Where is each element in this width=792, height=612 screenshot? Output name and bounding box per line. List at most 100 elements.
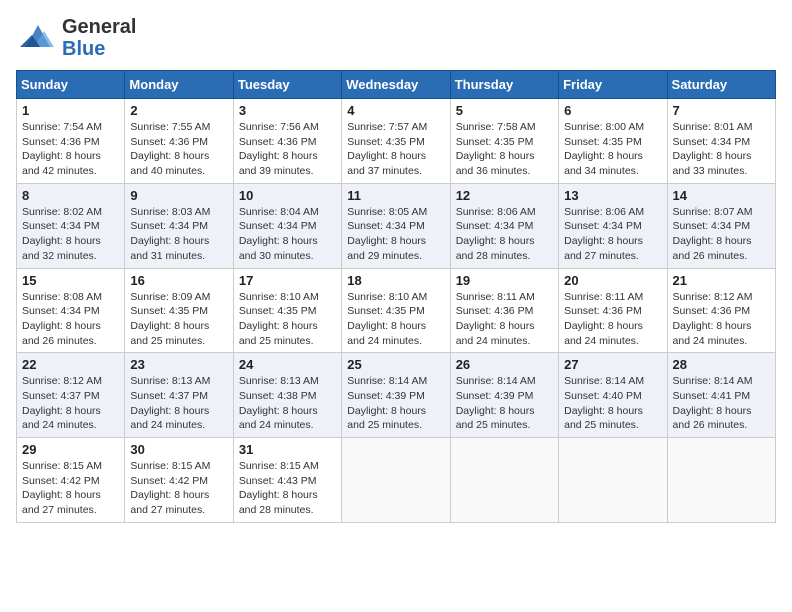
day-info: Sunrise: 8:03 AM Sunset: 4:34 PM Dayligh…: [130, 205, 227, 264]
day-info: Sunrise: 8:12 AM Sunset: 4:36 PM Dayligh…: [673, 290, 770, 349]
calendar-cell: 2 Sunrise: 7:55 AM Sunset: 4:36 PM Dayli…: [125, 99, 233, 184]
calendar-cell: [667, 438, 775, 523]
day-info: Sunrise: 7:57 AM Sunset: 4:35 PM Dayligh…: [347, 120, 444, 179]
day-info: Sunrise: 8:10 AM Sunset: 4:35 PM Dayligh…: [239, 290, 336, 349]
day-info: Sunrise: 8:14 AM Sunset: 4:40 PM Dayligh…: [564, 374, 661, 433]
calendar-cell: 22 Sunrise: 8:12 AM Sunset: 4:37 PM Dayl…: [17, 353, 125, 438]
col-header-tuesday: Tuesday: [233, 71, 341, 99]
logo-text: General Blue: [62, 16, 136, 60]
day-info: Sunrise: 8:10 AM Sunset: 4:35 PM Dayligh…: [347, 290, 444, 349]
day-number: 30: [130, 442, 227, 457]
calendar-cell: 5 Sunrise: 7:58 AM Sunset: 4:35 PM Dayli…: [450, 99, 558, 184]
logo-general: General: [62, 16, 136, 38]
day-info: Sunrise: 8:13 AM Sunset: 4:38 PM Dayligh…: [239, 374, 336, 433]
day-info: Sunrise: 8:08 AM Sunset: 4:34 PM Dayligh…: [22, 290, 119, 349]
day-info: Sunrise: 8:11 AM Sunset: 4:36 PM Dayligh…: [456, 290, 553, 349]
logo-blue: Blue: [62, 38, 105, 60]
day-info: Sunrise: 8:11 AM Sunset: 4:36 PM Dayligh…: [564, 290, 661, 349]
day-number: 27: [564, 357, 661, 372]
calendar-cell: 26 Sunrise: 8:14 AM Sunset: 4:39 PM Dayl…: [450, 353, 558, 438]
day-info: Sunrise: 8:15 AM Sunset: 4:42 PM Dayligh…: [130, 459, 227, 518]
calendar-cell: 31 Sunrise: 8:15 AM Sunset: 4:43 PM Dayl…: [233, 438, 341, 523]
calendar-cell: 17 Sunrise: 8:10 AM Sunset: 4:35 PM Dayl…: [233, 268, 341, 353]
day-info: Sunrise: 8:05 AM Sunset: 4:34 PM Dayligh…: [347, 205, 444, 264]
day-number: 6: [564, 103, 661, 118]
day-number: 13: [564, 188, 661, 203]
day-info: Sunrise: 8:14 AM Sunset: 4:39 PM Dayligh…: [456, 374, 553, 433]
day-number: 28: [673, 357, 770, 372]
calendar-cell: 11 Sunrise: 8:05 AM Sunset: 4:34 PM Dayl…: [342, 183, 450, 268]
day-info: Sunrise: 8:00 AM Sunset: 4:35 PM Dayligh…: [564, 120, 661, 179]
calendar-cell: 29 Sunrise: 8:15 AM Sunset: 4:42 PM Dayl…: [17, 438, 125, 523]
day-number: 18: [347, 273, 444, 288]
calendar-cell: 14 Sunrise: 8:07 AM Sunset: 4:34 PM Dayl…: [667, 183, 775, 268]
day-number: 17: [239, 273, 336, 288]
calendar-cell: 10 Sunrise: 8:04 AM Sunset: 4:34 PM Dayl…: [233, 183, 341, 268]
calendar-cell: 28 Sunrise: 8:14 AM Sunset: 4:41 PM Dayl…: [667, 353, 775, 438]
calendar-cell: 12 Sunrise: 8:06 AM Sunset: 4:34 PM Dayl…: [450, 183, 558, 268]
calendar-cell: 20 Sunrise: 8:11 AM Sunset: 4:36 PM Dayl…: [559, 268, 667, 353]
day-number: 5: [456, 103, 553, 118]
day-info: Sunrise: 8:02 AM Sunset: 4:34 PM Dayligh…: [22, 205, 119, 264]
col-header-friday: Friday: [559, 71, 667, 99]
calendar-week-1: 1 Sunrise: 7:54 AM Sunset: 4:36 PM Dayli…: [17, 99, 776, 184]
day-info: Sunrise: 8:12 AM Sunset: 4:37 PM Dayligh…: [22, 374, 119, 433]
calendar-cell: 18 Sunrise: 8:10 AM Sunset: 4:35 PM Dayl…: [342, 268, 450, 353]
day-number: 1: [22, 103, 119, 118]
day-info: Sunrise: 7:56 AM Sunset: 4:36 PM Dayligh…: [239, 120, 336, 179]
day-info: Sunrise: 8:13 AM Sunset: 4:37 PM Dayligh…: [130, 374, 227, 433]
calendar-cell: 16 Sunrise: 8:09 AM Sunset: 4:35 PM Dayl…: [125, 268, 233, 353]
day-number: 21: [673, 273, 770, 288]
day-number: 26: [456, 357, 553, 372]
calendar-cell: 6 Sunrise: 8:00 AM Sunset: 4:35 PM Dayli…: [559, 99, 667, 184]
day-number: 8: [22, 188, 119, 203]
day-info: Sunrise: 8:09 AM Sunset: 4:35 PM Dayligh…: [130, 290, 227, 349]
calendar-table: SundayMondayTuesdayWednesdayThursdayFrid…: [16, 70, 776, 523]
day-number: 14: [673, 188, 770, 203]
calendar-week-2: 8 Sunrise: 8:02 AM Sunset: 4:34 PM Dayli…: [17, 183, 776, 268]
day-number: 3: [239, 103, 336, 118]
day-number: 7: [673, 103, 770, 118]
col-header-sunday: Sunday: [17, 71, 125, 99]
day-number: 2: [130, 103, 227, 118]
day-info: Sunrise: 8:15 AM Sunset: 4:43 PM Dayligh…: [239, 459, 336, 518]
day-info: Sunrise: 8:01 AM Sunset: 4:34 PM Dayligh…: [673, 120, 770, 179]
day-number: 20: [564, 273, 661, 288]
col-header-monday: Monday: [125, 71, 233, 99]
day-number: 29: [22, 442, 119, 457]
day-info: Sunrise: 8:15 AM Sunset: 4:42 PM Dayligh…: [22, 459, 119, 518]
calendar-cell: [342, 438, 450, 523]
day-info: Sunrise: 8:14 AM Sunset: 4:41 PM Dayligh…: [673, 374, 770, 433]
day-info: Sunrise: 8:07 AM Sunset: 4:34 PM Dayligh…: [673, 205, 770, 264]
calendar-cell: 24 Sunrise: 8:13 AM Sunset: 4:38 PM Dayl…: [233, 353, 341, 438]
col-header-thursday: Thursday: [450, 71, 558, 99]
calendar-cell: 21 Sunrise: 8:12 AM Sunset: 4:36 PM Dayl…: [667, 268, 775, 353]
calendar-cell: 30 Sunrise: 8:15 AM Sunset: 4:42 PM Dayl…: [125, 438, 233, 523]
calendar-cell: 13 Sunrise: 8:06 AM Sunset: 4:34 PM Dayl…: [559, 183, 667, 268]
calendar-cell: 19 Sunrise: 8:11 AM Sunset: 4:36 PM Dayl…: [450, 268, 558, 353]
day-number: 11: [347, 188, 444, 203]
calendar-cell: 4 Sunrise: 7:57 AM Sunset: 4:35 PM Dayli…: [342, 99, 450, 184]
calendar-cell: 7 Sunrise: 8:01 AM Sunset: 4:34 PM Dayli…: [667, 99, 775, 184]
calendar-week-3: 15 Sunrise: 8:08 AM Sunset: 4:34 PM Dayl…: [17, 268, 776, 353]
calendar-week-5: 29 Sunrise: 8:15 AM Sunset: 4:42 PM Dayl…: [17, 438, 776, 523]
day-number: 24: [239, 357, 336, 372]
calendar-cell: 27 Sunrise: 8:14 AM Sunset: 4:40 PM Dayl…: [559, 353, 667, 438]
day-number: 9: [130, 188, 227, 203]
day-number: 4: [347, 103, 444, 118]
calendar-cell: 9 Sunrise: 8:03 AM Sunset: 4:34 PM Dayli…: [125, 183, 233, 268]
day-info: Sunrise: 8:06 AM Sunset: 4:34 PM Dayligh…: [564, 205, 661, 264]
day-info: Sunrise: 7:55 AM Sunset: 4:36 PM Dayligh…: [130, 120, 227, 179]
col-header-saturday: Saturday: [667, 71, 775, 99]
calendar-cell: 1 Sunrise: 7:54 AM Sunset: 4:36 PM Dayli…: [17, 99, 125, 184]
day-info: Sunrise: 7:58 AM Sunset: 4:35 PM Dayligh…: [456, 120, 553, 179]
day-number: 15: [22, 273, 119, 288]
calendar-week-4: 22 Sunrise: 8:12 AM Sunset: 4:37 PM Dayl…: [17, 353, 776, 438]
logo-icon: [16, 17, 58, 60]
calendar-cell: 8 Sunrise: 8:02 AM Sunset: 4:34 PM Dayli…: [17, 183, 125, 268]
calendar-cell: 15 Sunrise: 8:08 AM Sunset: 4:34 PM Dayl…: [17, 268, 125, 353]
calendar-cell: 3 Sunrise: 7:56 AM Sunset: 4:36 PM Dayli…: [233, 99, 341, 184]
calendar-cell: 23 Sunrise: 8:13 AM Sunset: 4:37 PM Dayl…: [125, 353, 233, 438]
day-number: 31: [239, 442, 336, 457]
page-header: General Blue: [16, 16, 776, 60]
